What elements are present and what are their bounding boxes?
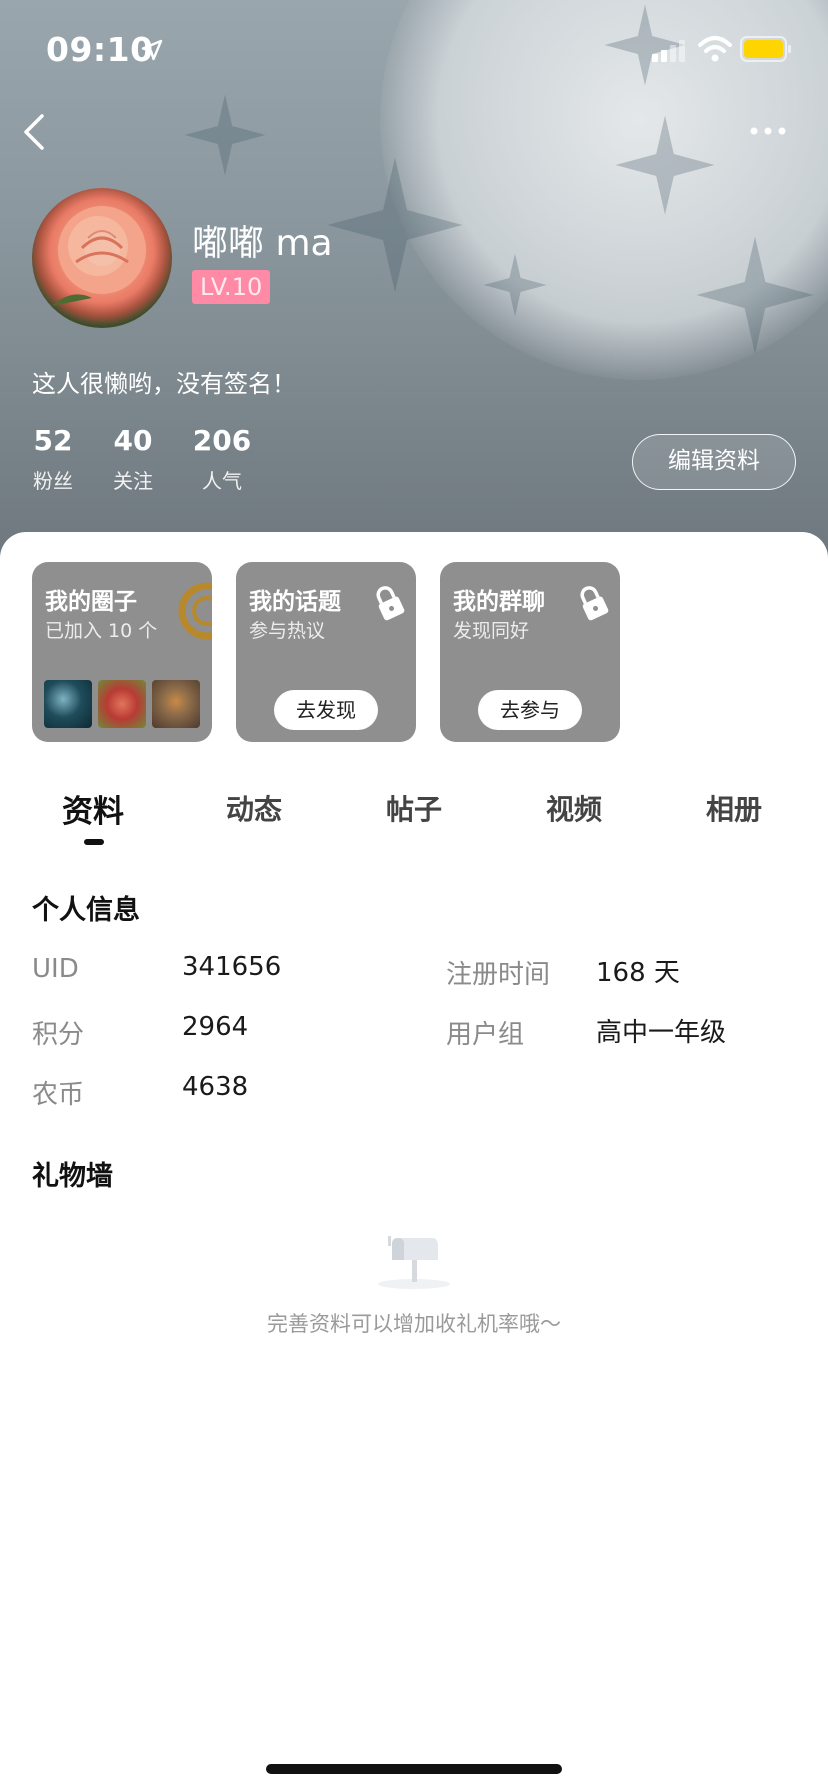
signal-icon bbox=[652, 40, 685, 62]
info-label-uid: UID bbox=[32, 954, 79, 984]
card-title: 我的话题 bbox=[249, 589, 341, 615]
card-title: 我的群聊 bbox=[453, 589, 545, 615]
personal-info-title: 个人信息 bbox=[32, 895, 140, 926]
stat-label: 关注 bbox=[113, 469, 153, 493]
lock-icon bbox=[580, 586, 609, 621]
tab-active-indicator bbox=[84, 839, 104, 845]
join-button[interactable]: 去参与 bbox=[478, 690, 582, 730]
tab-posts[interactable]: 帖子 bbox=[386, 788, 442, 828]
circle-ring-icon bbox=[178, 582, 212, 640]
flower-decoration-icon bbox=[483, 253, 547, 317]
stat-following[interactable]: 40 关注 bbox=[112, 424, 154, 494]
rose-avatar-image bbox=[52, 206, 146, 306]
info-label-user-group: 用户组 bbox=[446, 1020, 525, 1050]
back-chevron-icon[interactable] bbox=[20, 110, 50, 154]
status-bar: 09:10 bbox=[0, 0, 828, 100]
tab-activity[interactable]: 动态 bbox=[226, 788, 282, 828]
home-indicator[interactable] bbox=[266, 1764, 562, 1774]
tab-albums[interactable]: 相册 bbox=[706, 788, 762, 828]
location-arrow-icon bbox=[141, 39, 163, 61]
level-badge: LV.10 bbox=[192, 270, 271, 304]
card-title: 我的圈子 bbox=[45, 589, 137, 615]
info-label-coins: 农币 bbox=[32, 1080, 85, 1110]
card-my-groups[interactable]: 我的群聊 发现同好 去参与 bbox=[440, 562, 620, 742]
info-value-registered: 168 天 bbox=[596, 958, 680, 988]
stat-fans[interactable]: 52 粉丝 bbox=[32, 424, 74, 494]
info-value-points: 2964 bbox=[182, 1012, 249, 1042]
info-label-points: 积分 bbox=[32, 1020, 85, 1050]
card-my-circles[interactable]: 我的圈子 已加入 10 个 bbox=[32, 562, 212, 742]
stat-label: 人气 bbox=[202, 469, 242, 493]
tab-profile[interactable]: 资料 bbox=[62, 786, 124, 831]
flower-decoration-icon bbox=[184, 94, 266, 176]
flower-decoration-icon bbox=[696, 236, 814, 354]
tab-videos[interactable]: 视频 bbox=[546, 788, 602, 828]
stat-value: 206 bbox=[192, 424, 252, 457]
wifi-icon bbox=[698, 36, 732, 62]
edit-profile-button[interactable]: 编辑资料 bbox=[632, 434, 796, 490]
lock-icon bbox=[376, 586, 405, 621]
info-value-uid: 341656 bbox=[182, 952, 282, 982]
circle-thumbnail bbox=[98, 680, 146, 728]
gift-wall-empty-text: 完善资料可以增加收礼机率哦～ bbox=[267, 1312, 561, 1336]
info-value-user-group: 高中一年级 bbox=[596, 1018, 727, 1048]
battery-icon bbox=[740, 36, 791, 62]
card-subtitle: 发现同好 bbox=[453, 620, 530, 642]
card-my-topics[interactable]: 我的话题 参与热议 去发现 bbox=[236, 562, 416, 742]
discover-button[interactable]: 去发现 bbox=[274, 690, 378, 730]
username: 嘟嘟 ma bbox=[192, 223, 333, 264]
card-subtitle: 已加入 10 个 bbox=[45, 620, 158, 642]
info-value-coins: 4638 bbox=[182, 1072, 249, 1102]
stat-value: 52 bbox=[33, 424, 73, 457]
card-subtitle: 参与热议 bbox=[249, 620, 326, 642]
info-label-registered: 注册时间 bbox=[446, 960, 551, 990]
stat-popularity[interactable]: 206 人气 bbox=[192, 424, 252, 494]
circle-thumbnail bbox=[152, 680, 200, 728]
stat-label: 粉丝 bbox=[33, 469, 73, 493]
status-time: 09:10 bbox=[46, 30, 154, 69]
flower-decoration-icon bbox=[615, 115, 715, 215]
flower-decoration-icon bbox=[327, 157, 463, 293]
more-dots-icon[interactable] bbox=[748, 120, 788, 142]
signature-text: 这人很懒哟，没有签名！ bbox=[32, 370, 296, 398]
stat-value: 40 bbox=[113, 424, 153, 457]
gift-wall-title: 礼物墙 bbox=[32, 1161, 113, 1192]
mailbox-icon bbox=[378, 1236, 450, 1289]
avatar[interactable] bbox=[32, 188, 172, 328]
circle-thumbnail bbox=[44, 680, 92, 728]
